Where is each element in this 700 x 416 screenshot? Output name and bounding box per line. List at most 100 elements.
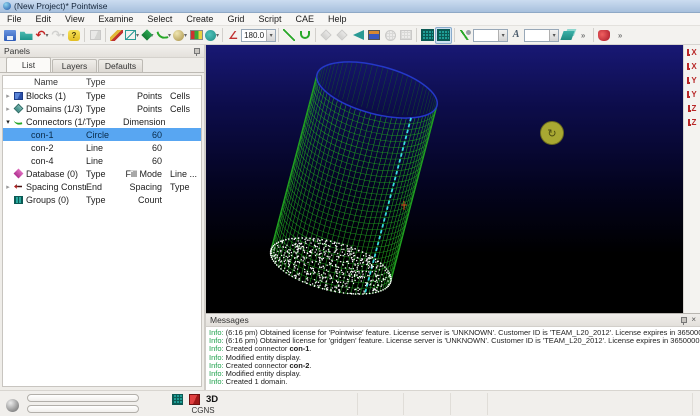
menu-item-script[interactable]: Script: [251, 13, 288, 26]
create-entity-button[interactable]: ▾: [140, 27, 156, 44]
chevron-down-icon[interactable]: ▾: [62, 32, 65, 39]
view-plus-y-button[interactable]: Y: [685, 74, 700, 87]
spacing-constraints-icon: [13, 182, 23, 192]
tree-row-groups-0-[interactable]: Groups (0)TypeCount: [3, 193, 201, 206]
layers-button[interactable]: [559, 27, 575, 44]
create-database-button[interactable]: ▾: [172, 27, 188, 44]
menu-item-edit[interactable]: Edit: [29, 13, 59, 26]
menu-item-cae[interactable]: CAE: [288, 13, 321, 26]
view-plus-z-button[interactable]: Z: [685, 102, 700, 115]
menu-item-grid[interactable]: Grid: [220, 13, 251, 26]
cube-icon: [90, 30, 101, 40]
image-button[interactable]: [188, 27, 204, 44]
help-icon: ?: [68, 30, 80, 41]
view-angle-button[interactable]: ∠: [225, 27, 241, 44]
spacing-text-button[interactable]: A: [508, 27, 524, 44]
angle-combobox-value: 180.0: [242, 31, 266, 40]
tree-row-database-0-[interactable]: Database (0)TypeFill ModeLine ...: [3, 167, 201, 180]
view-minus-y-button[interactable]: Y: [685, 88, 700, 101]
menu-item-help[interactable]: Help: [321, 13, 354, 26]
3d-viewport[interactable]: ↻: [206, 45, 683, 313]
pan-rotate-button[interactable]: ▾: [204, 27, 220, 44]
transform-button[interactable]: ▾: [124, 27, 140, 44]
tab-list[interactable]: List: [6, 57, 51, 72]
panel-tabs: ListLayersDefaults: [0, 58, 204, 73]
dimension-connector-button[interactable]: [457, 27, 473, 44]
chevron-down-icon[interactable]: ▾: [549, 30, 558, 41]
curve-connector-button[interactable]: [297, 27, 313, 44]
assemble-block-button[interactable]: [366, 27, 382, 44]
expander-icon[interactable]: ▾: [3, 118, 13, 126]
tree-row-con-1[interactable]: con-1Circle60: [3, 128, 201, 141]
chevron-down-icon[interactable]: ▾: [216, 32, 219, 39]
chevron-down-icon[interactable]: ▾: [136, 32, 139, 39]
tab-layers[interactable]: Layers: [52, 59, 97, 72]
view-minus-z-button[interactable]: Z: [685, 116, 700, 129]
view-plus-x-button[interactable]: X: [685, 46, 700, 59]
tree-row-con-4[interactable]: con-4Line60: [3, 154, 201, 167]
create-connector-button[interactable]: ▾: [156, 27, 172, 44]
messages-title: Messages: [210, 315, 249, 325]
chevron-down-icon[interactable]: ▾: [46, 32, 49, 39]
expander-icon[interactable]: ▸: [3, 105, 13, 113]
connector-curve-icon: [157, 30, 169, 39]
spacing-combobox[interactable]: ▾: [524, 29, 559, 42]
toolbar-separator: [454, 28, 455, 42]
toolbar-overflow-button-2[interactable]: »: [612, 27, 628, 44]
column-type: Type: [86, 77, 123, 87]
grey-diamond-icon: [336, 29, 347, 40]
column-name: Name: [26, 77, 86, 87]
expander-icon[interactable]: ▸: [3, 92, 13, 100]
expander-icon[interactable]: ▸: [3, 183, 13, 191]
pin-icon[interactable]: [680, 317, 687, 324]
window-title: (New Project)* Pointwise: [14, 1, 108, 11]
mesh-sphere-icon: [385, 30, 396, 41]
letter-a-pen-icon: A: [513, 30, 520, 40]
tree-cell-extra: Cells: [170, 91, 201, 101]
chevron-down-icon[interactable]: ▾: [184, 32, 187, 39]
tree-row-blocks-1-[interactable]: ▸Blocks (1)TypePointsCells: [3, 89, 201, 102]
menu-item-select[interactable]: Select: [140, 13, 179, 26]
assemble-domain-button[interactable]: [419, 27, 435, 44]
help-button[interactable]: ?: [66, 27, 82, 44]
toolbar-separator: [222, 28, 223, 42]
open-folder-icon: [20, 30, 33, 40]
extrude-button[interactable]: [350, 27, 366, 44]
solver-cube-icon: [189, 394, 200, 405]
menu-item-examine[interactable]: Examine: [91, 13, 140, 26]
tree-row-connectors-1-3-[interactable]: ▾Connectors (1/3)TypeDimension: [3, 115, 201, 128]
assemble-special-domain-button[interactable]: [435, 27, 452, 44]
tree-row-con-2[interactable]: con-2Line60: [3, 141, 201, 154]
database-icon: [13, 169, 23, 179]
tree-row-spacing-constrai-[interactable]: ▸Spacing Constrai...EndSpacingType: [3, 180, 201, 193]
open-button[interactable]: [18, 27, 34, 44]
mask-button[interactable]: [596, 27, 612, 44]
connector-node-icon: [459, 30, 471, 40]
close-icon[interactable]: ×: [691, 316, 696, 324]
two-point-connector-button[interactable]: [281, 27, 297, 44]
tab-defaults[interactable]: Defaults: [98, 59, 143, 72]
menu-item-create[interactable]: Create: [179, 13, 220, 26]
angle-combobox[interactable]: 180.0▾: [241, 29, 276, 42]
tree-row-domains-1-3-[interactable]: ▸Domains (1/3)TypePointsCells: [3, 102, 201, 115]
axis-bracket-icon: [687, 63, 690, 70]
dimension-mode-label: 3D: [206, 394, 218, 405]
pin-icon[interactable]: [193, 48, 200, 55]
tree-row-label: con-4: [26, 156, 86, 166]
menu-item-file[interactable]: File: [0, 13, 29, 26]
title-bar: (New Project)* Pointwise: [0, 0, 700, 13]
toolbar-separator: [278, 28, 279, 42]
chevron-down-icon[interactable]: ▾: [266, 30, 275, 41]
save-button[interactable]: [2, 27, 18, 44]
view-minus-x-button[interactable]: X: [685, 60, 700, 73]
undo-button[interactable]: ↶▾: [34, 27, 50, 44]
axis-bracket-icon: [688, 105, 691, 112]
dimension-combobox[interactable]: ▾: [473, 29, 508, 42]
axis-label: Y: [691, 77, 696, 85]
toolbar-overflow-button[interactable]: »: [575, 27, 591, 44]
menu-item-view[interactable]: View: [58, 13, 91, 26]
chevron-down-icon[interactable]: ▾: [498, 30, 507, 41]
display-attributes-button[interactable]: [108, 27, 124, 44]
tree-cell-type: End: [86, 182, 123, 192]
app-icon: [3, 2, 11, 10]
